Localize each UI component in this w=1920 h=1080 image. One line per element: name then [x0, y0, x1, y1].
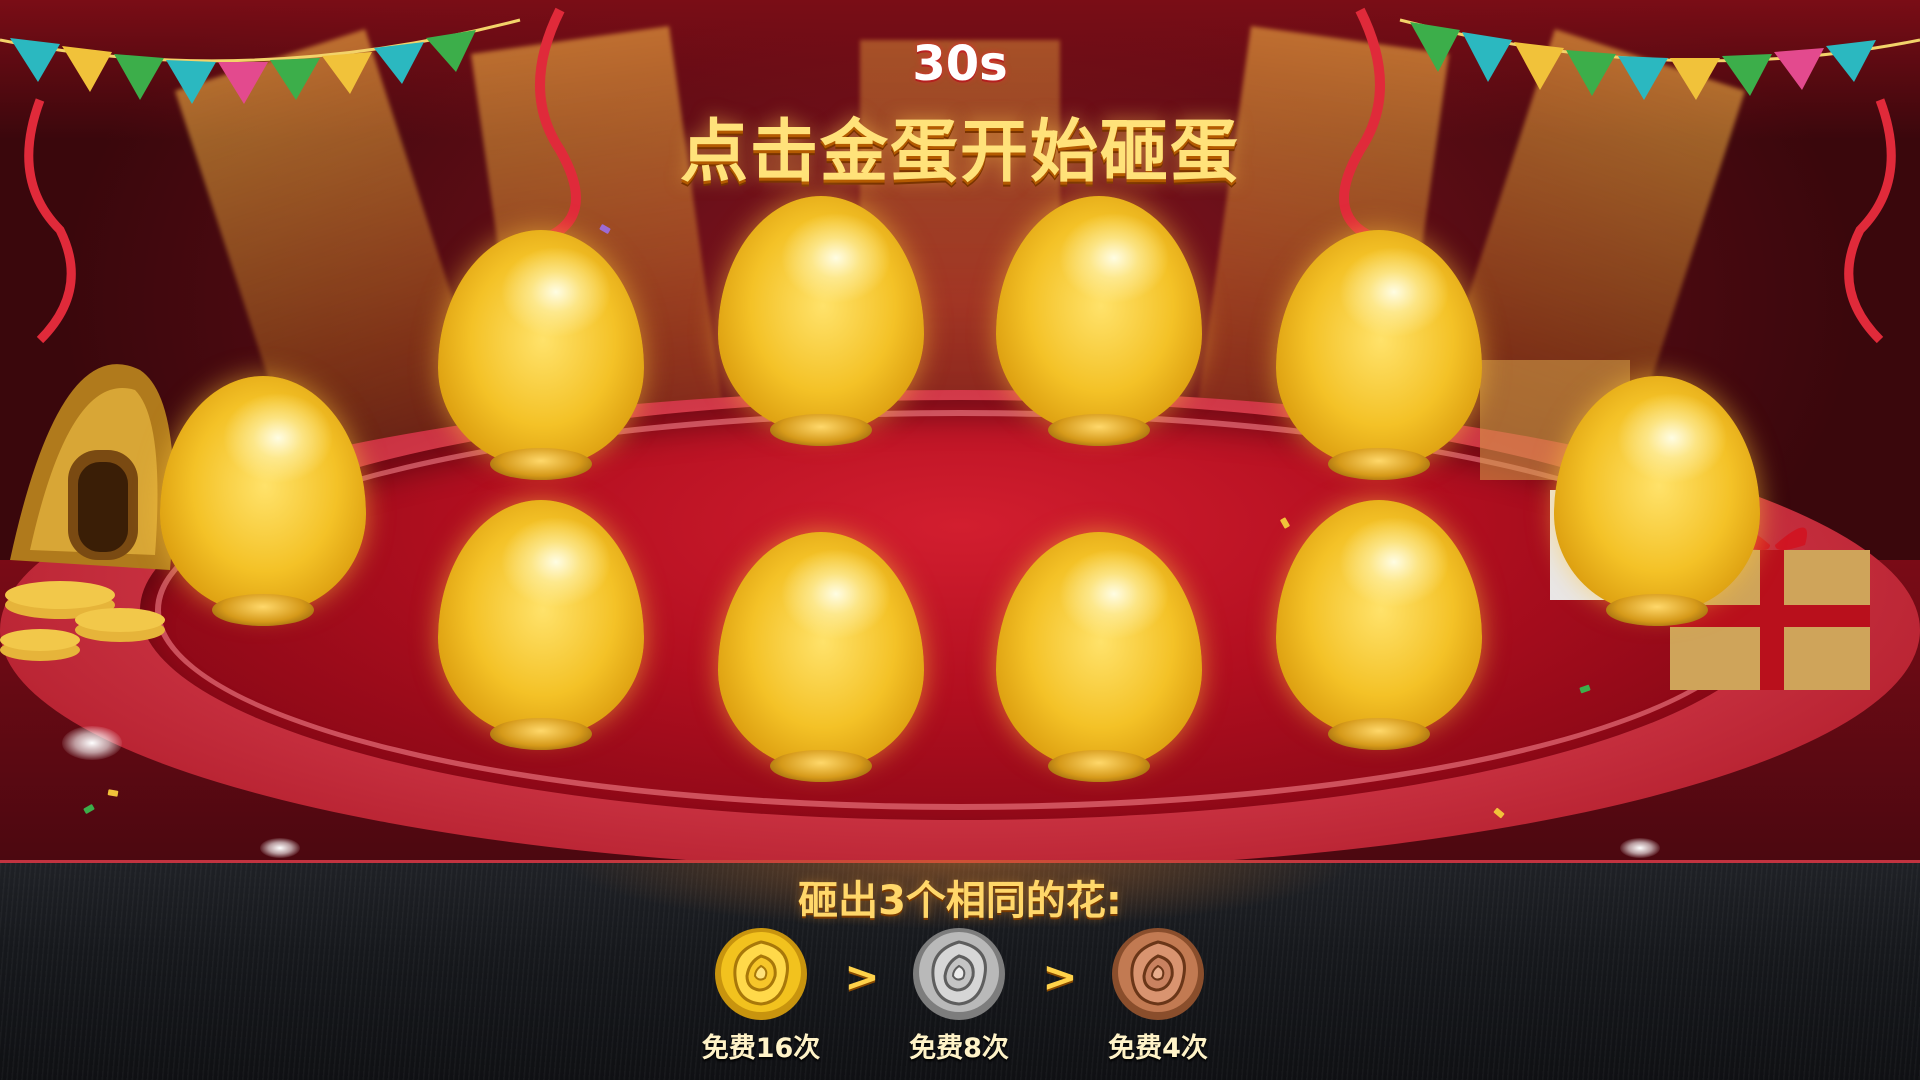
rules-title: 砸出3个相同的花:	[798, 878, 1122, 924]
egg-stand	[770, 414, 872, 446]
egg-stand	[770, 750, 872, 782]
gold-rose-icon	[715, 928, 807, 1020]
golden-egg-5[interactable]	[1276, 230, 1482, 490]
golden-egg-4[interactable]	[996, 196, 1202, 456]
reward-gold-label: 免费16次	[701, 1033, 821, 1064]
stage-light	[260, 838, 300, 858]
countdown-timer: 30s	[912, 36, 1008, 92]
golden-egg-10[interactable]	[1276, 500, 1482, 760]
stage-light	[62, 726, 122, 760]
game-scene: 30s 点击金蛋开始砸蛋 砸出3个相同的花: 免费16次 > 免费8次 > 免费…	[0, 0, 1920, 1080]
golden-egg-8[interactable]	[718, 532, 924, 792]
egg-shell	[160, 376, 366, 614]
golden-egg-3[interactable]	[718, 196, 924, 456]
egg-shell	[718, 532, 924, 770]
golden-egg-6[interactable]	[1554, 376, 1760, 636]
golden-egg-7[interactable]	[438, 500, 644, 760]
egg-stand	[1328, 448, 1430, 480]
egg-shell	[1554, 376, 1760, 614]
egg-shell	[996, 196, 1202, 434]
egg-shell	[996, 532, 1202, 770]
egg-shell	[718, 196, 924, 434]
stage-light	[1620, 838, 1660, 858]
egg-stand	[1048, 750, 1150, 782]
reward-silver: 免费8次	[874, 922, 1044, 1072]
egg-shell	[1276, 500, 1482, 738]
golden-egg-9[interactable]	[996, 532, 1202, 792]
instruction-title: 点击金蛋开始砸蛋	[679, 113, 1240, 192]
egg-stand	[1328, 718, 1430, 750]
egg-shell	[1276, 230, 1482, 468]
reward-bronze: 免费4次	[1073, 922, 1243, 1072]
egg-stand	[1048, 414, 1150, 446]
egg-stand	[490, 718, 592, 750]
silver-rose-icon	[913, 928, 1005, 1020]
golden-egg-2[interactable]	[438, 230, 644, 490]
egg-shell	[438, 230, 644, 468]
reward-silver-label: 免费8次	[909, 1033, 1009, 1064]
egg-stand	[490, 448, 592, 480]
egg-shell	[438, 500, 644, 738]
egg-stand	[212, 594, 314, 626]
reward-gold: 免费16次	[676, 922, 846, 1072]
golden-egg-1[interactable]	[160, 376, 366, 636]
egg-stand	[1606, 594, 1708, 626]
bronze-rose-icon	[1112, 928, 1204, 1020]
reward-bronze-label: 免费4次	[1108, 1033, 1208, 1064]
